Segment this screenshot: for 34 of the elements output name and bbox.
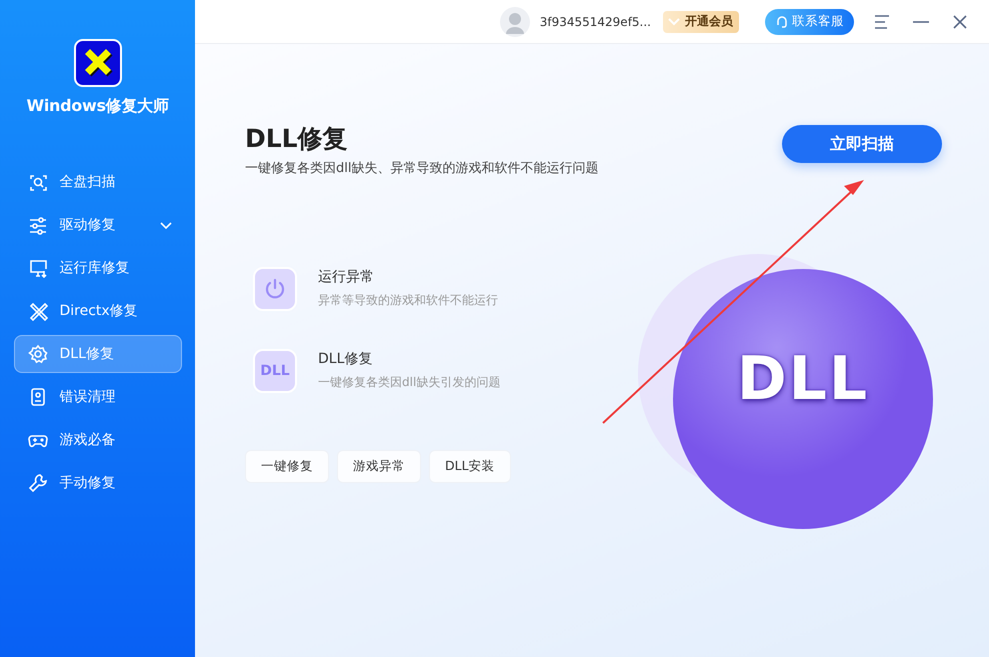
user-id: 3f934551429ef5... xyxy=(540,14,651,28)
feature-title: 运行异常 xyxy=(318,268,375,286)
monitor-icon xyxy=(28,258,48,278)
settings-icon xyxy=(28,344,48,364)
chevron-down-icon xyxy=(667,16,681,26)
feature-description: 一键修复各类因dll缺失引发的问题 xyxy=(318,374,500,391)
wrench-icon xyxy=(28,473,48,493)
sidebar-item[interactable]: 运行库修复 xyxy=(14,249,182,287)
sidebar-item[interactable]: 全盘扫描 xyxy=(14,163,182,201)
tag-chip[interactable]: 游戏异常 xyxy=(337,450,421,483)
sliders-icon xyxy=(28,215,48,235)
tag-chip[interactable]: DLL安装 xyxy=(429,450,511,483)
sidebar-item[interactable]: DLL修复 xyxy=(14,335,182,373)
sidebar-item[interactable]: 游戏必备 xyxy=(14,421,182,459)
sidebar-item[interactable]: 手动修复 xyxy=(14,464,182,502)
page-title: DLL修复 xyxy=(245,123,349,155)
page-subtitle: 一键修复各类因dll缺失、异常导致的游戏和软件不能运行问题 xyxy=(245,160,598,177)
feature-title: DLL修复 xyxy=(318,350,374,368)
headset-icon xyxy=(775,14,789,28)
scan-now-button[interactable]: 立即扫描 xyxy=(782,125,942,163)
dll-icon: DLL xyxy=(253,349,297,393)
sidebar-item[interactable]: 错误清理 xyxy=(14,378,182,416)
sidebar-item[interactable]: Directx修复 xyxy=(14,292,182,330)
customer-service-button[interactable]: 联系客服 xyxy=(765,8,854,34)
tag-chip[interactable]: 一键修复 xyxy=(245,450,329,483)
scan-icon xyxy=(28,172,48,192)
orb-label: DLL xyxy=(736,344,870,414)
app-logo xyxy=(74,39,122,87)
app-title: Windows修复大师 xyxy=(26,96,168,117)
power-icon xyxy=(253,267,297,311)
tools-icon xyxy=(28,301,48,321)
feature-description: 异常等导致的游戏和软件不能运行 xyxy=(318,292,498,309)
vip-button[interactable]: 开通会员 xyxy=(663,10,739,32)
sidebar-item[interactable]: 驱动修复 xyxy=(14,206,182,244)
